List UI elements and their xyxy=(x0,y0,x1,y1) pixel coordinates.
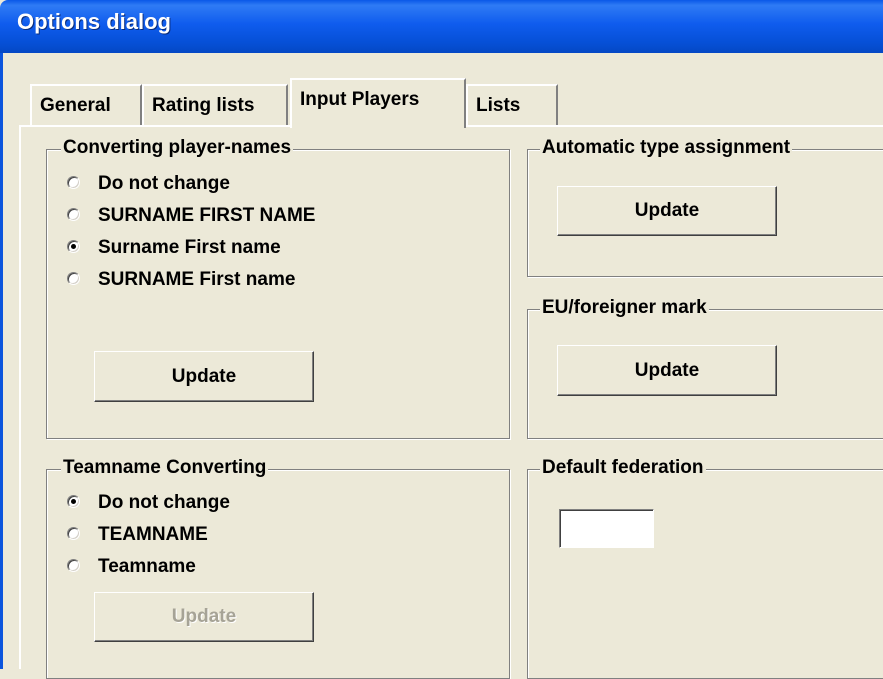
radio-button[interactable] xyxy=(67,559,80,572)
radio-button-selected[interactable] xyxy=(67,495,80,508)
radio-button[interactable] xyxy=(67,527,80,540)
tab-input-players-label: Input Players xyxy=(300,89,420,110)
tab-input-players[interactable]: Input Players xyxy=(290,78,466,128)
tab-rating-lists[interactable]: Rating lists xyxy=(142,84,288,126)
radio-button[interactable] xyxy=(67,208,80,221)
window-frame-left xyxy=(0,53,3,669)
radio-label: Teamname xyxy=(98,556,196,577)
title-bar[interactable]: Options dialog xyxy=(0,0,883,53)
radio-button[interactable] xyxy=(67,272,80,285)
eu-foreigner-mark-legend: EU/foreigner mark xyxy=(540,296,709,320)
default-federation-legend: Default federation xyxy=(540,456,706,480)
teamname-converting-legend: Teamname Converting xyxy=(61,456,269,480)
radio-label: Do not change xyxy=(98,173,230,194)
radio-label: Surname First name xyxy=(98,237,281,258)
tab-general-label: General xyxy=(40,95,111,116)
radio-label: SURNAME First name xyxy=(98,269,296,290)
tab-lists-label: Lists xyxy=(476,95,521,116)
update-eu-mark-button[interactable]: Update xyxy=(557,345,777,396)
tab-page-left-border xyxy=(19,125,21,669)
update-names-button[interactable]: Update xyxy=(94,351,314,402)
group-default-federation: Default federation xyxy=(527,456,883,679)
radio-label: Do not change xyxy=(98,492,230,513)
converting-player-names-legend: Converting player-names xyxy=(61,136,294,160)
group-converting-player-names: Converting player-names Do not change SU… xyxy=(46,136,510,439)
tab-lists[interactable]: Lists xyxy=(466,84,558,126)
automatic-type-assignment-legend: Automatic type assignment xyxy=(540,136,793,160)
group-teamname-converting: Teamname Converting Do not change TEAMNA… xyxy=(46,456,510,679)
tab-rating-lists-label: Rating lists xyxy=(152,95,255,116)
update-type-button[interactable]: Update xyxy=(557,186,777,236)
group-automatic-type-assignment: Automatic type assignment Update xyxy=(527,136,883,277)
update-teamname-button: Update xyxy=(94,592,314,642)
group-eu-foreigner-mark: EU/foreigner mark Update xyxy=(527,296,883,439)
radio-button-selected[interactable] xyxy=(67,240,80,253)
radio-label: TEAMNAME xyxy=(98,524,208,545)
window-title: Options dialog xyxy=(17,9,171,34)
radio-button[interactable] xyxy=(67,176,80,189)
tab-general[interactable]: General xyxy=(30,84,142,126)
default-federation-input[interactable] xyxy=(559,509,654,548)
radio-label: SURNAME FIRST NAME xyxy=(98,205,316,226)
